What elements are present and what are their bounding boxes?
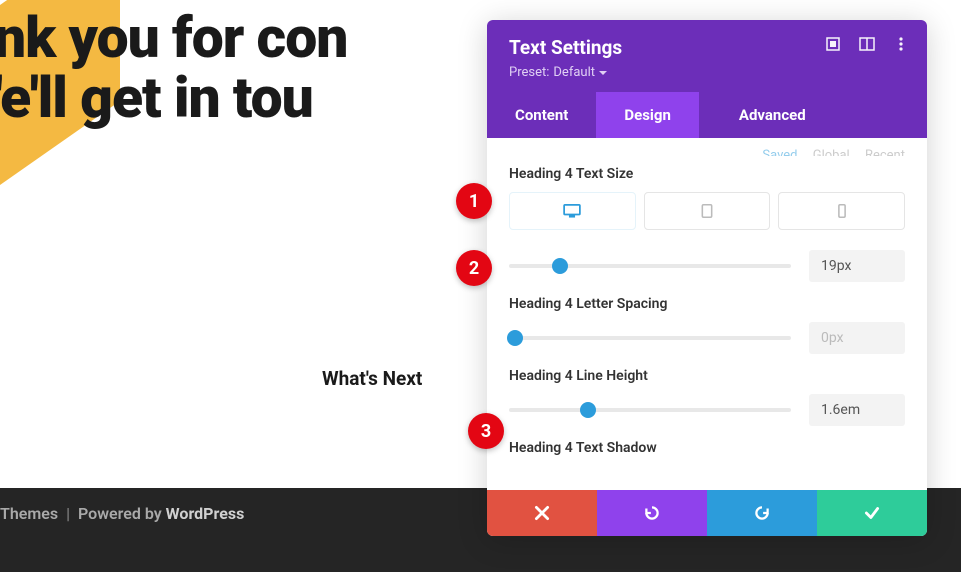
footer-themes: Themes [0, 504, 58, 523]
hero-line-1: nk you for con [0, 8, 347, 68]
slider-thumb[interactable] [552, 258, 568, 274]
annotation-badge-3: 3 [468, 413, 504, 449]
body-top-row: Saved Global Recent [509, 148, 905, 156]
panel-title: Text Settings [509, 36, 622, 59]
check-icon [863, 504, 881, 522]
text-size-slider[interactable] [509, 264, 791, 268]
hero-line-2: 'e'll get in tou [0, 68, 347, 128]
letter-spacing-label: Heading 4 Letter Spacing [509, 296, 905, 312]
text-size-value[interactable]: 19px [809, 250, 905, 282]
device-tablet[interactable] [644, 192, 771, 230]
desktop-icon [563, 204, 581, 218]
tab-advanced[interactable]: Advanced [711, 92, 834, 138]
letter-spacing-slider[interactable] [509, 336, 791, 340]
save-button[interactable] [817, 490, 927, 536]
undo-button[interactable] [597, 490, 707, 536]
device-desktop[interactable] [509, 192, 636, 230]
snap-icon[interactable] [859, 36, 875, 52]
undo-icon [643, 504, 661, 522]
line-height-row: 1.6em [509, 394, 905, 426]
redo-icon [753, 504, 771, 522]
preset-dropdown[interactable]: Preset: Default [509, 65, 622, 80]
letter-spacing-row: 0px [509, 322, 905, 354]
footer-wordpress: WordPress [166, 504, 245, 523]
panel-body: Saved Global Recent Heading 4 Text Size … [487, 138, 927, 490]
tablet-icon [698, 204, 716, 218]
slider-thumb[interactable] [507, 330, 523, 346]
redo-button[interactable] [707, 490, 817, 536]
tab-content[interactable]: Content [487, 92, 596, 138]
panel-action-bar [487, 490, 927, 536]
text-size-row: 19px [509, 250, 905, 282]
responsive-device-tabs [509, 192, 905, 230]
expand-icon[interactable] [825, 36, 841, 52]
more-icon[interactable] [893, 36, 909, 52]
chevron-down-icon [599, 69, 607, 77]
whats-next-heading: What's Next [322, 367, 422, 390]
text-shadow-label: Heading 4 Text Shadow [509, 440, 905, 456]
line-height-slider[interactable] [509, 408, 791, 412]
tab-design[interactable]: Design [596, 92, 699, 138]
panel-tabs: Content Design Advanced [487, 92, 927, 138]
panel-header-actions [825, 36, 909, 52]
hero-text: nk you for con 'e'll get in tou [0, 8, 347, 129]
annotation-badge-1: 1 [456, 183, 492, 219]
text-settings-panel: Text Settings Preset: Default Content De… [487, 20, 927, 536]
phone-icon [833, 204, 851, 218]
close-button[interactable] [487, 490, 597, 536]
annotation-badge-2: 2 [456, 250, 492, 286]
footer-sep: | [66, 504, 70, 523]
panel-header[interactable]: Text Settings Preset: Default [487, 20, 927, 92]
line-height-label: Heading 4 Line Height [509, 368, 905, 384]
close-icon [533, 504, 551, 522]
footer-text: Themes | Powered by WordPress [0, 504, 244, 523]
text-size-label: Heading 4 Text Size [509, 166, 905, 182]
letter-spacing-value[interactable]: 0px [809, 322, 905, 354]
slider-thumb[interactable] [580, 402, 596, 418]
footer-powered: Powered by [78, 504, 162, 523]
line-height-value[interactable]: 1.6em [809, 394, 905, 426]
device-phone[interactable] [778, 192, 905, 230]
